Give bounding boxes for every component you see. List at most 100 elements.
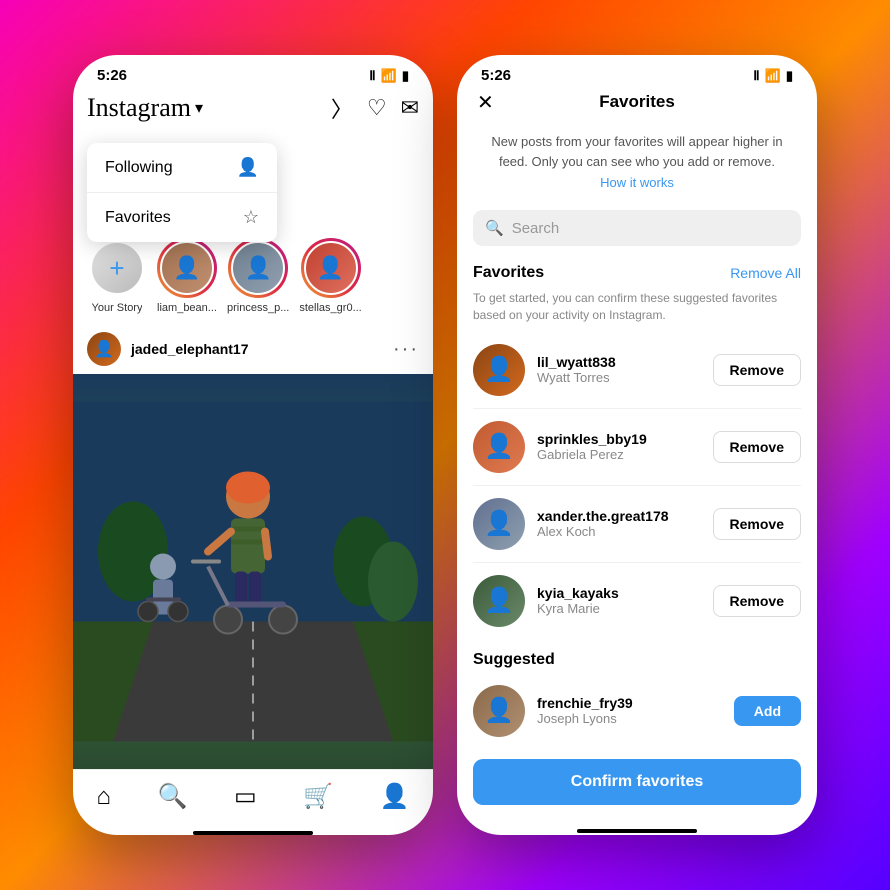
username-3: kyia_kayaks: [537, 585, 701, 601]
suggested-realname-0: Joseph Lyons: [537, 711, 722, 726]
section-desc: To get started, you can confirm these su…: [457, 288, 817, 334]
close-button[interactable]: ✕: [477, 90, 494, 115]
remove-button-2[interactable]: Remove: [713, 508, 801, 540]
home-indicator-right: [577, 829, 697, 833]
realname-1: Gabriela Perez: [537, 447, 701, 462]
realname-3: Kyra Marie: [537, 601, 701, 616]
story-3[interactable]: 👤 stellas_gr0...: [299, 238, 361, 314]
story-label-3: stellas_gr0...: [299, 302, 361, 314]
nav-home-icon[interactable]: ⌂: [96, 783, 111, 811]
suggested-info-0: frenchie_fry39 Joseph Lyons: [537, 695, 722, 726]
right-header: ✕ Favorites: [457, 88, 817, 122]
post-image: [73, 374, 433, 769]
post-image-svg: [73, 374, 433, 769]
right-phone: 5:26 Ⅱ 📶 ▮ ✕ Favorites New posts from yo…: [457, 55, 817, 835]
story-2[interactable]: 👤 princess_p...: [227, 238, 289, 314]
suggested-item-0: 👤 frenchie_fry39 Joseph Lyons Add: [457, 675, 817, 747]
battery-icon: ▮: [402, 68, 409, 84]
remove-button-3[interactable]: Remove: [713, 585, 801, 617]
stories-row: + Your Story 👤 liam_bean... 👤 princess_p…: [73, 232, 433, 324]
story-label-0: Your Story: [92, 302, 143, 314]
story-avatar-your: +: [90, 241, 144, 295]
status-icons-right: Ⅱ 📶 ▮: [753, 68, 793, 84]
wifi-icon-r: 📶: [765, 68, 781, 84]
add-button-0[interactable]: Add: [734, 696, 801, 726]
user-avatar-3: 👤: [473, 575, 525, 627]
nav-reels-icon[interactable]: ▭: [234, 782, 257, 811]
favorite-item-2: 👤 xander.the.great178 Alex Koch Remove: [457, 488, 817, 560]
favorite-item-1: 👤 sprinkles_bby19 Gabriela Perez Remove: [457, 411, 817, 483]
realname-0: Wyatt Torres: [537, 370, 701, 385]
favorites-section-header: Favorites Remove All: [457, 260, 817, 288]
user-avatar-0: 👤: [473, 344, 525, 396]
post-avatar: 👤: [87, 332, 121, 366]
suggested-avatar-0: 👤: [473, 685, 525, 737]
story-avatar-2: 👤: [231, 241, 285, 295]
post-user[interactable]: 👤 jaded_elephant17: [87, 332, 249, 366]
dropdown-following[interactable]: Following 👤: [87, 143, 277, 193]
username-1: sprinkles_bby19: [537, 431, 701, 447]
dropdown-favorites[interactable]: Favorites ☆: [87, 193, 277, 242]
left-header: Instagram ▾ 〉 ♡ ✉: [73, 88, 433, 132]
user-info-2: xander.the.great178 Alex Koch: [537, 508, 701, 539]
confirm-favorites-button[interactable]: Confirm favorites: [473, 759, 801, 805]
divider-1: [473, 485, 801, 486]
signal-icon: Ⅱ: [369, 68, 375, 84]
nav-search-icon[interactable]: 🔍: [157, 782, 187, 811]
instagram-logo[interactable]: Instagram ▾: [87, 93, 203, 123]
header-icons: 〉 ♡ ✉: [331, 92, 419, 124]
signal-icon-r: Ⅱ: [753, 68, 759, 84]
user-avatar-2: 👤: [473, 498, 525, 550]
realname-2: Alex Koch: [537, 524, 701, 539]
time-left: 5:26: [97, 67, 127, 84]
story-avatar-1: 👤: [160, 241, 214, 295]
star-icon: ☆: [243, 207, 259, 228]
favorite-item-3: 👤 kyia_kayaks Kyra Marie Remove: [457, 565, 817, 637]
info-text: New posts from your favorites will appea…: [457, 122, 817, 175]
story-label-1: liam_bean...: [157, 302, 217, 314]
suggested-list: 👤 frenchie_fry39 Joseph Lyons Add: [457, 675, 817, 747]
favorite-item-0: 👤 lil_wyatt838 Wyatt Torres Remove: [457, 334, 817, 406]
remove-button-0[interactable]: Remove: [713, 354, 801, 386]
user-info-1: sprinkles_bby19 Gabriela Perez: [537, 431, 701, 462]
user-info-0: lil_wyatt838 Wyatt Torres: [537, 354, 701, 385]
post-header: 👤 jaded_elephant17 ···: [73, 324, 433, 374]
how-it-works-link[interactable]: How it works: [457, 175, 817, 202]
user-avatar-1: 👤: [473, 421, 525, 473]
status-bar-right: 5:26 Ⅱ 📶 ▮: [457, 55, 817, 88]
wifi-icon: 📶: [381, 68, 397, 84]
confirm-btn-wrap: Confirm favorites: [457, 747, 817, 825]
battery-icon-r: ▮: [786, 68, 793, 84]
new-post-icon[interactable]: 〉: [331, 92, 353, 124]
bottom-nav: ⌂ 🔍 ▭ 🛒 👤: [73, 769, 433, 827]
nav-profile-icon[interactable]: 👤: [380, 782, 410, 811]
suggested-label: Suggested: [473, 651, 555, 669]
username-0: lil_wyatt838: [537, 354, 701, 370]
search-icon: 🔍: [485, 219, 504, 237]
favorites-list: 👤 lil_wyatt838 Wyatt Torres Remove 👤 spr…: [457, 334, 817, 637]
divider-0: [473, 408, 801, 409]
heart-icon[interactable]: ♡: [367, 95, 387, 121]
messenger-icon[interactable]: ✉: [401, 95, 419, 121]
username-2: xander.the.great178: [537, 508, 701, 524]
search-bar[interactable]: 🔍 Search: [473, 210, 801, 246]
time-right: 5:26: [481, 67, 511, 84]
remove-all-button[interactable]: Remove All: [730, 265, 801, 281]
remove-button-1[interactable]: Remove: [713, 431, 801, 463]
post-username: jaded_elephant17: [131, 341, 249, 357]
home-indicator: [193, 831, 313, 835]
post-more-icon[interactable]: ···: [393, 338, 419, 361]
story-1[interactable]: 👤 liam_bean...: [157, 238, 217, 314]
screen-title: Favorites: [599, 92, 675, 112]
suggested-username-0: frenchie_fry39: [537, 695, 722, 711]
status-bar-left: 5:26 Ⅱ 📶 ▮: [73, 55, 433, 88]
divider-2: [473, 562, 801, 563]
dropdown-menu: Following 👤 Favorites ☆: [87, 143, 277, 242]
following-icon: 👤: [237, 157, 259, 178]
status-icons-left: Ⅱ 📶 ▮: [369, 68, 409, 84]
search-placeholder-text: Search: [512, 220, 560, 237]
story-your[interactable]: + Your Story: [87, 238, 147, 314]
phones-container: 5:26 Ⅱ 📶 ▮ Instagram ▾ 〉 ♡ ✉ Following: [73, 55, 817, 835]
user-info-3: kyia_kayaks Kyra Marie: [537, 585, 701, 616]
nav-shop-icon[interactable]: 🛒: [303, 782, 333, 811]
